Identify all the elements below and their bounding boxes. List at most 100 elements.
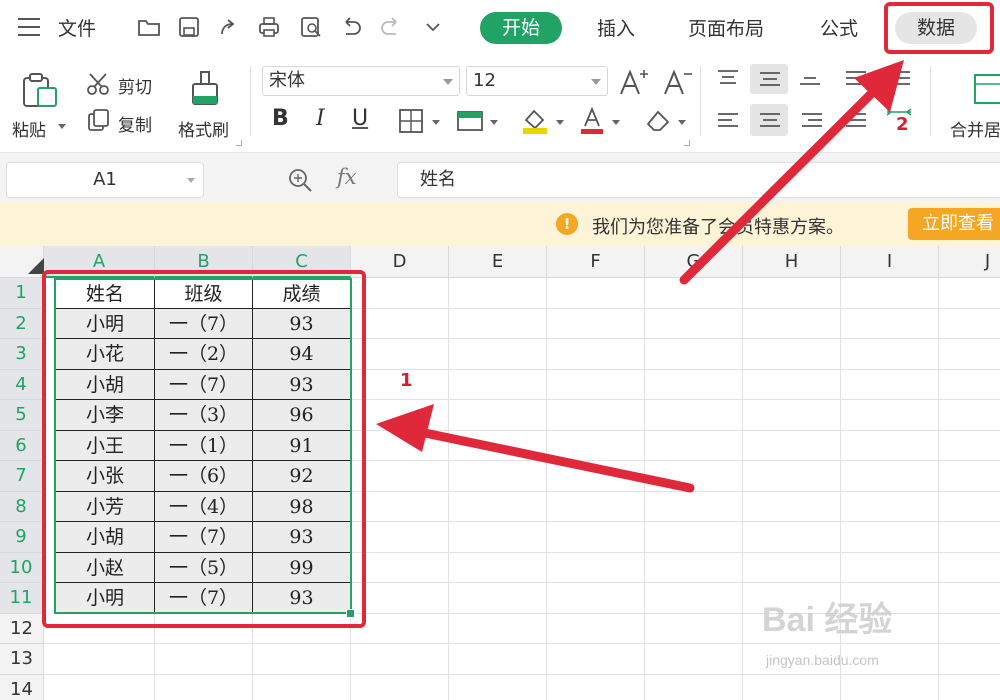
align-top-icon[interactable]	[716, 68, 740, 90]
hamburger-menu-icon[interactable]	[18, 18, 42, 38]
select-all-corner[interactable]	[0, 246, 44, 278]
cell-f2[interactable]	[547, 308, 645, 339]
cell-e9[interactable]	[449, 522, 547, 553]
cell-g9[interactable]	[645, 522, 743, 553]
borders-icon[interactable]	[398, 108, 424, 134]
cell-e6[interactable]	[449, 430, 547, 461]
paste-dropdown-icon[interactable]	[58, 124, 66, 129]
cell-e5[interactable]	[449, 400, 547, 431]
cell-e2[interactable]	[449, 308, 547, 339]
cell-e1[interactable]	[449, 278, 547, 309]
tab-insert[interactable]: 插入	[597, 14, 635, 41]
cell-g13[interactable]	[645, 644, 743, 675]
cell-j10[interactable]	[939, 553, 1000, 583]
format-painter-button[interactable]: 格式刷	[178, 116, 229, 141]
tab-formula[interactable]: 公式	[820, 14, 858, 41]
clipboard-group-launcher[interactable]	[236, 140, 242, 146]
cell-j12[interactable]	[939, 614, 1000, 644]
font-group-launcher[interactable]	[684, 140, 690, 146]
cell-h14[interactable]	[743, 674, 841, 700]
cell-f9[interactable]	[547, 522, 645, 553]
cell-i8[interactable]	[841, 491, 939, 522]
cell-i3[interactable]	[841, 339, 939, 370]
cell-e11[interactable]	[449, 583, 547, 614]
row-header-9[interactable]: 9	[0, 522, 44, 553]
tab-page-layout[interactable]: 页面布局	[688, 14, 764, 41]
column-header-e[interactable]: E	[449, 246, 547, 278]
column-header-f[interactable]: F	[547, 246, 645, 278]
export-icon[interactable]	[216, 14, 242, 40]
cell-f13[interactable]	[547, 644, 645, 675]
column-header-g[interactable]: G	[645, 246, 743, 278]
cell-a13[interactable]	[44, 644, 155, 675]
cell-e10[interactable]	[449, 552, 547, 583]
formula-input[interactable]: 姓名	[397, 162, 1000, 198]
cell-reference-box[interactable]: A1	[6, 162, 204, 198]
cell-i14[interactable]	[841, 674, 939, 700]
format-painter-icon[interactable]	[188, 70, 222, 108]
cell-f11[interactable]	[547, 583, 645, 614]
redo-icon[interactable]	[378, 14, 404, 40]
merge-center-button[interactable]: 合并居	[950, 116, 1000, 141]
merge-cells-icon[interactable]	[972, 72, 1000, 106]
cell-c14[interactable]	[253, 674, 351, 700]
cell-j14[interactable]	[939, 675, 1000, 700]
cell-c13[interactable]	[253, 644, 351, 675]
cell-h7[interactable]	[743, 461, 841, 492]
row-header-5[interactable]: 5	[0, 400, 44, 431]
print-icon[interactable]	[256, 14, 282, 40]
tab-start[interactable]: 开始	[480, 12, 562, 44]
cell-f7[interactable]	[547, 461, 645, 492]
indent-icon[interactable]	[884, 68, 912, 90]
align-center-icon[interactable]	[758, 110, 782, 132]
fx-icon[interactable]: fx	[337, 165, 357, 189]
copy-button[interactable]: 复制	[118, 111, 152, 136]
cell-j7[interactable]	[939, 461, 1000, 492]
cell-e4[interactable]	[449, 369, 547, 400]
underline-button[interactable]: U	[352, 106, 368, 131]
print-preview-icon[interactable]	[298, 14, 324, 40]
cell-i2[interactable]	[841, 308, 939, 339]
justify-icon[interactable]	[844, 110, 868, 132]
column-header-i[interactable]: I	[841, 246, 939, 278]
cell-g6[interactable]	[645, 430, 743, 461]
cell-h9[interactable]	[743, 522, 841, 553]
cell-g10[interactable]	[645, 552, 743, 583]
save-icon[interactable]	[176, 14, 202, 40]
row-header-14[interactable]: 14	[0, 674, 44, 700]
paste-button[interactable]: 粘贴	[12, 116, 46, 141]
cell-e12[interactable]	[449, 613, 547, 644]
cell-b13[interactable]	[155, 644, 253, 675]
cell-j8[interactable]	[939, 492, 1000, 522]
align-right-icon[interactable]	[800, 110, 824, 132]
row-header-10[interactable]: 10	[0, 552, 44, 583]
align-left-icon[interactable]	[716, 110, 740, 132]
cell-j13[interactable]	[939, 644, 1000, 675]
cell-j3[interactable]	[939, 339, 1000, 370]
copy-icon[interactable]	[86, 108, 112, 132]
cell-j6[interactable]	[939, 431, 1000, 461]
cell-g1[interactable]	[645, 278, 743, 309]
cell-j11[interactable]	[939, 583, 1000, 614]
cell-f3[interactable]	[547, 339, 645, 370]
cell-d13[interactable]	[351, 644, 449, 675]
cell-j9[interactable]	[939, 522, 1000, 553]
cell-g12[interactable]	[645, 613, 743, 644]
cell-g3[interactable]	[645, 339, 743, 370]
font-size-select[interactable]: 12	[466, 66, 608, 96]
row-header-1[interactable]: 1	[0, 278, 44, 309]
borders-dropdown-icon[interactable]	[432, 120, 440, 125]
zoom-search-icon[interactable]	[286, 167, 314, 193]
font-color-icon[interactable]	[578, 106, 606, 136]
cell-g5[interactable]	[645, 400, 743, 431]
cell-g2[interactable]	[645, 308, 743, 339]
cell-h8[interactable]	[743, 491, 841, 522]
cell-e3[interactable]	[449, 339, 547, 370]
font-name-select[interactable]: 宋体	[262, 66, 460, 96]
cell-i7[interactable]	[841, 461, 939, 492]
paste-icon[interactable]	[20, 72, 60, 110]
increase-font-size-icon[interactable]	[618, 68, 650, 96]
view-now-button[interactable]: 立即查看	[908, 208, 1000, 240]
eraser-icon[interactable]	[644, 108, 672, 134]
cell-h6[interactable]	[743, 430, 841, 461]
